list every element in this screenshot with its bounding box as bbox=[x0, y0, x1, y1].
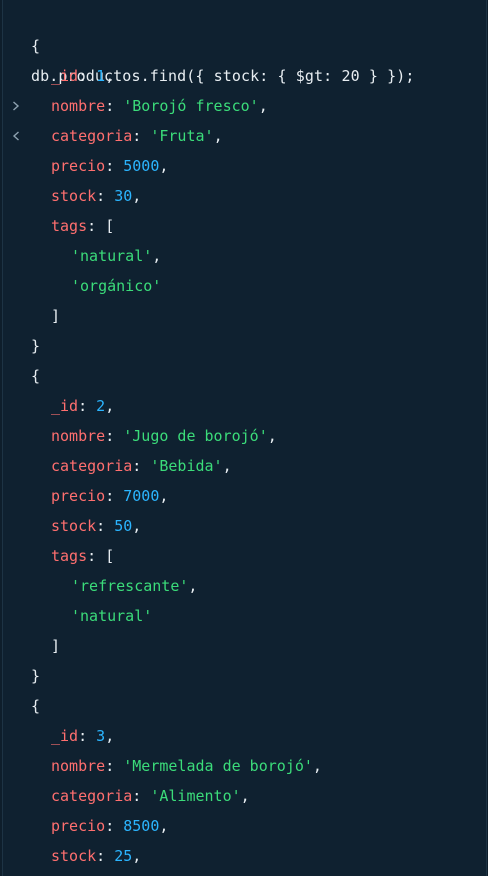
document-2-open: { bbox=[31, 367, 41, 385]
document-1-nombre-row: nombre: 'Borojó fresco', bbox=[51, 97, 268, 115]
document-1-close: } bbox=[31, 337, 41, 355]
document-1-precio-row: precio: 5000, bbox=[51, 157, 169, 175]
document-2-tags-row: tags: [ bbox=[51, 547, 115, 565]
document-3-precio-row: precio: 8500, bbox=[51, 817, 169, 835]
document-2-stock-row: stock: 50, bbox=[51, 517, 142, 535]
document-3-id-row: _id: 3, bbox=[51, 727, 115, 745]
document-2-nombre-row: nombre: 'Jugo de borojó', bbox=[51, 427, 277, 445]
document-2-precio-row: precio: 7000, bbox=[51, 487, 169, 505]
document-1-tag-item: 'natural', bbox=[71, 247, 162, 265]
document-2-tag-item: 'refrescante', bbox=[71, 577, 198, 595]
document-1-stock-row: stock: 30, bbox=[51, 187, 142, 205]
document-2-close: } bbox=[31, 667, 41, 685]
document-3-open: { bbox=[31, 697, 41, 715]
document-2-id-row: _id: 2, bbox=[51, 397, 115, 415]
document-1-tags-close: ] bbox=[51, 307, 61, 325]
document-3-categoria-row: categoria: 'Alimento', bbox=[51, 787, 250, 805]
document-1-tags-row: tags: [ bbox=[51, 217, 115, 235]
document-2-categoria-row: categoria: 'Bebida', bbox=[51, 457, 232, 475]
document-1-categoria-row: categoria: 'Fruta', bbox=[51, 127, 223, 145]
document-2-tags-close: ] bbox=[51, 637, 61, 655]
chevron-left-icon bbox=[12, 61, 24, 141]
document-1-open: { bbox=[31, 37, 41, 55]
document-1-tag-item: 'orgánico' bbox=[71, 277, 162, 295]
document-3-stock-row: stock: 25, bbox=[51, 847, 142, 865]
document-2-tag-item: 'natural' bbox=[71, 607, 153, 625]
document-3-nombre-row: nombre: 'Mermelada de borojó', bbox=[51, 757, 322, 775]
document-1-id-row: _id: 1, bbox=[51, 67, 115, 85]
command-line[interactable]: db.productos.find({ stock: { $gt: 20 } }… bbox=[3, 1, 488, 111]
mongo-shell-output: db.productos.find({ stock: { $gt: 20 } }… bbox=[2, 0, 487, 876]
